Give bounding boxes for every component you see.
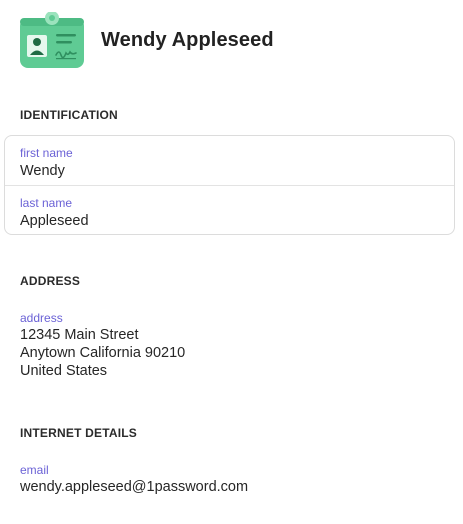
field-first-name[interactable]: first name Wendy	[5, 136, 454, 186]
section-title-identification: IDENTIFICATION	[20, 108, 118, 122]
address-line-1[interactable]: 12345 Main Street	[20, 326, 185, 344]
item-header: Wendy Appleseed	[20, 11, 274, 68]
field-label: email	[20, 463, 49, 477]
section-title-address: ADDRESS	[20, 274, 81, 288]
identification-card: first name Wendy last name Appleseed	[4, 135, 455, 235]
field-last-name[interactable]: last name Appleseed	[5, 185, 454, 236]
field-email[interactable]: email wendy.appleseed@1password.com	[20, 463, 248, 496]
item-title: Wendy Appleseed	[101, 28, 274, 51]
field-label: last name	[20, 196, 73, 210]
address-line-2[interactable]: Anytown California 90210	[20, 344, 185, 362]
section-title-internet-details: INTERNET DETAILS	[20, 426, 137, 440]
identity-badge-icon	[20, 11, 84, 68]
field-value[interactable]: Wendy	[20, 162, 73, 180]
address-line-3[interactable]: United States	[20, 362, 185, 380]
field-label: address	[20, 311, 63, 325]
field-value[interactable]: Appleseed	[20, 212, 89, 230]
field-label: first name	[20, 146, 73, 160]
field-address[interactable]: address 12345 Main Street Anytown Califo…	[20, 311, 185, 380]
email-value[interactable]: wendy.appleseed@1password.com	[20, 478, 248, 496]
